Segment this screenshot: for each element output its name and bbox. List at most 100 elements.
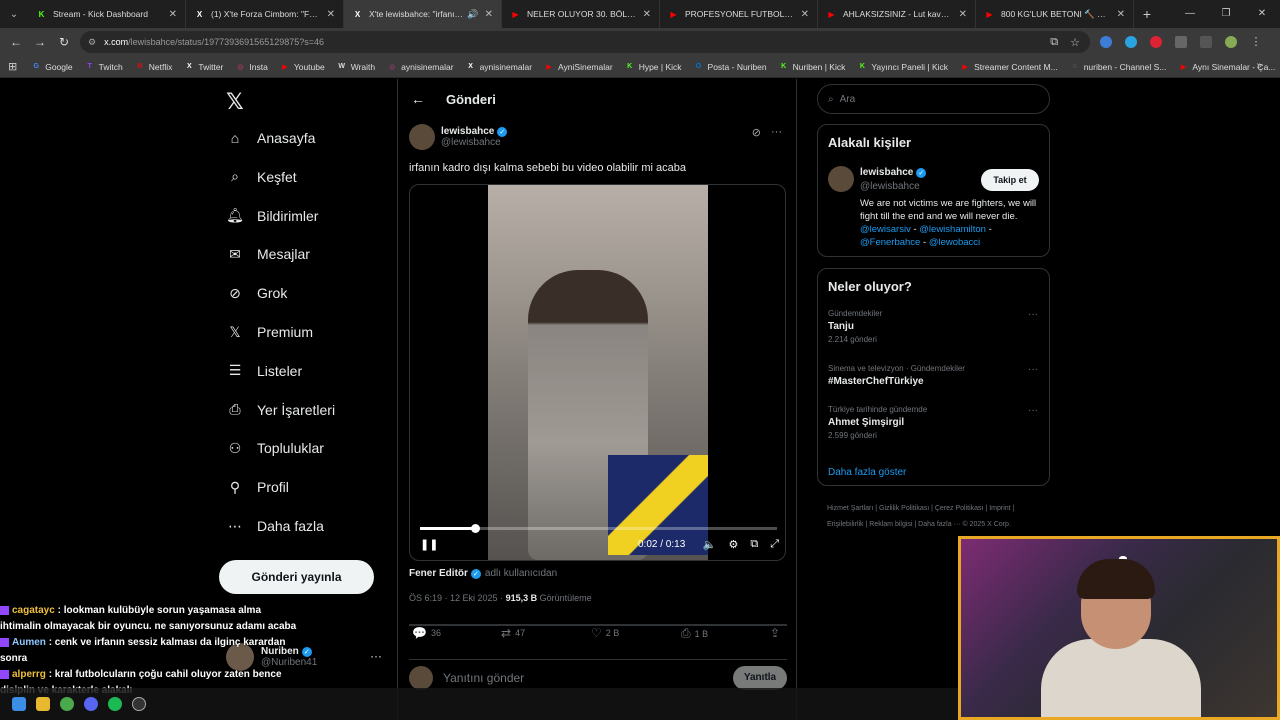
maximize-icon[interactable]: ❐ [1208, 0, 1244, 28]
bookmark-item[interactable]: N Netflix [135, 62, 172, 72]
settings-gear-icon[interactable]: ⚙ [728, 538, 738, 551]
profile-avatar-icon[interactable] [1225, 36, 1237, 48]
nav-item-search[interactable]: ⌕ Keşfet [226, 168, 297, 186]
red-extension-icon[interactable] [1150, 36, 1162, 48]
back-icon[interactable]: ← [4, 35, 28, 49]
like-action[interactable]: ♡ 2 B [591, 626, 619, 640]
author-handle[interactable]: @lewisbahce [441, 137, 507, 148]
new-tab-button[interactable]: + [1134, 6, 1160, 22]
browser-tab[interactable]: ▶ NELER OLUYOR 30. BÖLÜM - YouTube ✕ [502, 0, 660, 28]
media-icon[interactable] [1200, 36, 1212, 48]
browser-tab[interactable]: ▶ PROFESYONEL FUTBOLCU SENDROMU ✕ [660, 0, 818, 28]
vpn-extension-icon[interactable] [1125, 36, 1137, 48]
related-name[interactable]: lewisbahce ✓ [860, 167, 927, 178]
bookmark-item[interactable]: ◌ nuriben - Channel S... [1070, 62, 1167, 72]
bookmark-item[interactable]: W Wraith [337, 62, 375, 72]
url-input[interactable]: ⚙ x.com/lewisbahce/status/19773936915651… [80, 31, 1090, 53]
browser-tab[interactable]: ▶ 800 KG'LUK BETONI 🔨 KIRAR MISIN ✕ [976, 0, 1134, 28]
reply-input[interactable]: Yanıtını gönder [443, 671, 524, 685]
bookmark-item[interactable]: ▶ Youtube [280, 62, 325, 72]
folder-icon[interactable] [36, 697, 50, 711]
bookmark-item[interactable]: X Twitter [184, 62, 223, 72]
tab-close-icon[interactable]: ✕ [485, 9, 493, 20]
browser-menu-icon[interactable]: ⋮ [1250, 36, 1262, 48]
tab-close-icon[interactable]: ✕ [643, 9, 651, 20]
share-action[interactable]: ⇪ [770, 626, 784, 640]
bookmark-item[interactable]: G Google [31, 62, 72, 72]
bio-link[interactable]: @lewisarsiv [860, 224, 911, 235]
nav-item-list[interactable]: ☰ Listeler [226, 362, 302, 380]
site-info-icon[interactable]: ⚙ [88, 37, 96, 48]
close-window-icon[interactable]: ✕ [1244, 0, 1280, 28]
nav-item-bell[interactable]: 🔔︎ Bildirimler [226, 207, 318, 225]
bookmark-item[interactable]: ▶ Streamer Content M... [960, 62, 1057, 72]
trend-more-icon[interactable]: ··· [1028, 405, 1038, 416]
post-button[interactable]: Gönderi yayınla [219, 560, 374, 594]
tab-close-icon[interactable]: ✕ [169, 9, 177, 20]
pause-icon[interactable]: ❚❚ [420, 538, 438, 551]
browser-tab[interactable]: ▶ AHLAKSIZSINIZ - Lut kavminden ✕ [818, 0, 976, 28]
related-avatar[interactable] [828, 166, 854, 192]
follow-button[interactable]: Takip et [981, 169, 1039, 191]
bio-link[interactable]: @lewobacci [929, 237, 980, 248]
post-more-icon[interactable]: ··· [771, 126, 782, 139]
tab-search-icon[interactable]: ⌄ [0, 0, 28, 28]
trend-more-icon[interactable]: ··· [1028, 309, 1038, 320]
obs-icon[interactable] [132, 697, 146, 711]
source-name[interactable]: Fener Editör [409, 568, 468, 579]
tab-close-icon[interactable]: ✕ [801, 9, 809, 20]
grok-icon[interactable]: ⊘ [752, 126, 761, 139]
reload-icon[interactable]: ↻ [52, 35, 76, 49]
puzzle-icon[interactable] [1175, 36, 1187, 48]
discord-icon[interactable] [84, 697, 98, 711]
bookmarks-overflow-icon[interactable]: » [1256, 60, 1262, 71]
search-input[interactable]: ⌕ Ara [817, 84, 1050, 114]
volume-icon[interactable]: 🔈 [703, 538, 717, 551]
more-dots-icon[interactable]: ··· [370, 649, 382, 663]
trend-item[interactable]: Gündemdekiler Tanju 2.214 gönderi ··· [828, 309, 1038, 344]
author-name[interactable]: lewisbahce ✓ [441, 126, 508, 137]
nav-item-mail[interactable]: ✉ Mesajlar [226, 245, 310, 263]
show-more-link[interactable]: Daha fazla göster [828, 467, 906, 478]
bookmark-item[interactable]: ◎ aynisinemalar [387, 62, 454, 72]
video-player[interactable]: ❚❚ 0:02 / 0:13 🔈 ⚙ ⧉ ⤢ [409, 184, 786, 561]
related-handle[interactable]: @lewisbahce [860, 181, 920, 192]
bookmark-item[interactable]: ▶ AyniSinemalar [544, 62, 612, 72]
windows-start-icon[interactable] [12, 697, 26, 711]
chrome-icon[interactable] [60, 697, 74, 711]
nav-item-community[interactable]: ⚇ Topluluklar [226, 439, 324, 457]
repost-action[interactable]: ⇄ 47 [501, 626, 525, 640]
bookmark-item[interactable]: Xaynisinemalar [466, 62, 532, 72]
nav-item-bookmark[interactable]: ⎙ Yer İşaretleri [226, 401, 335, 419]
install-app-icon[interactable]: ⧉ [1050, 36, 1058, 49]
bookmark-item[interactable]: K Yayıncı Paneli | Kick [857, 62, 948, 72]
speaker-icon[interactable]: 🔊 [467, 9, 478, 20]
bookmark-item[interactable]: ◎ Insta [235, 62, 268, 72]
browser-tab[interactable]: X (1) X'te Forza Cimbom: "FENERBAHÇE ✕ [186, 0, 344, 28]
x-logo-icon[interactable]: 𝕏 [226, 89, 244, 115]
tab-close-icon[interactable]: ✕ [1117, 9, 1125, 20]
trend-more-icon[interactable]: ··· [1028, 364, 1038, 375]
bookmark-item[interactable]: T Twitch [85, 62, 123, 72]
bio-link[interactable]: @Fenerbahce [860, 237, 920, 248]
minimize-icon[interactable]: — [1172, 0, 1208, 28]
trend-item[interactable]: Türkiye tarihinde gündemde Ahmet Şimşirg… [828, 405, 1038, 440]
bookmark-item[interactable]: O Posta - Nuriben [694, 62, 767, 72]
post-author[interactable]: lewisbahce ✓ @lewisbahce [409, 124, 508, 150]
bookmark-star-icon[interactable]: ☆ [1070, 36, 1080, 49]
author-avatar[interactable] [409, 124, 435, 150]
nav-item-grok[interactable]: ⊘ Grok [226, 284, 287, 302]
nav-item-more-circle[interactable]: ⋯ Daha fazla [226, 517, 324, 535]
pip-icon[interactable]: ⧉ [750, 538, 758, 551]
reply-action[interactable]: 💬 36 [412, 626, 441, 640]
nav-item-home[interactable]: ⌂ Anasayfa [226, 129, 316, 147]
shield-extension-icon[interactable] [1100, 36, 1112, 48]
nav-item-x[interactable]: 𝕏 Premium [226, 323, 313, 341]
forward-icon[interactable]: → [28, 35, 52, 49]
reply-button[interactable]: Yanıtla [733, 666, 787, 690]
spotify-icon[interactable] [108, 697, 122, 711]
tab-close-icon[interactable]: ✕ [959, 9, 967, 20]
fullscreen-icon[interactable]: ⤢ [770, 538, 779, 551]
footer-links[interactable]: Hizmet Şartları | Gizlilik Politikası | … [827, 501, 1037, 533]
bookmark-item[interactable]: K Hype | Kick [625, 62, 681, 72]
